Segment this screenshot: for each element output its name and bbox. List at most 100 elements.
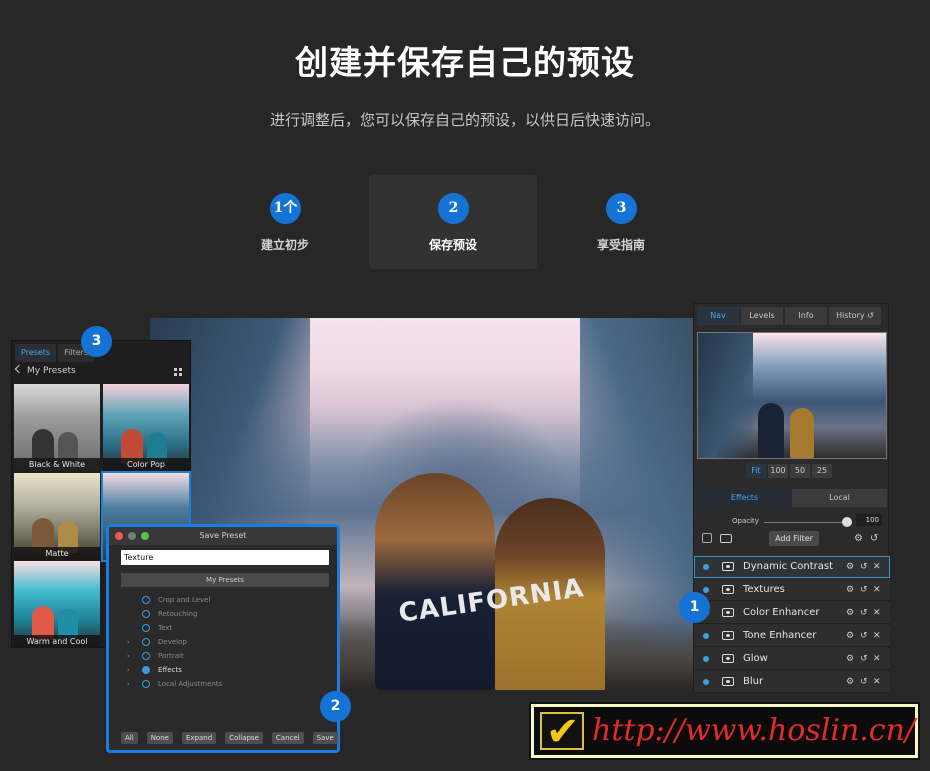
radio-icon[interactable] (142, 652, 150, 660)
close-icon[interactable]: ✕ (873, 652, 881, 666)
page-title: 创建并保存自己的预设 (295, 43, 635, 82)
gear-icon[interactable]: ⚙ (846, 583, 854, 597)
radio-icon[interactable] (142, 624, 150, 632)
watermark-inner: ✔ http://www.hoslin.cn/ (534, 707, 915, 755)
undo-icon[interactable]: ↺ (860, 629, 868, 643)
eye-icon[interactable] (722, 585, 734, 594)
step-1[interactable]: 1个 建立初步 (201, 175, 369, 269)
undo-icon[interactable]: ↺ (870, 533, 878, 544)
close-icon[interactable]: ✕ (873, 606, 881, 620)
opacity-slider-knob[interactable] (842, 517, 852, 527)
gear-icon[interactable]: ⚙ (854, 533, 863, 544)
option-label: Portrait (158, 652, 184, 660)
opacity-slider-track[interactable] (764, 522, 852, 523)
filter-row-color-enhancer[interactable]: Color Enhancer ⚙ ↺ ✕ (694, 602, 890, 624)
chevron-right-icon[interactable]: › (127, 636, 135, 648)
gear-icon[interactable]: ⚙ (846, 675, 854, 689)
chevron-right-icon[interactable]: › (127, 650, 135, 662)
close-icon[interactable]: ✕ (873, 629, 881, 643)
step-3[interactable]: 3 享受指南 (537, 175, 705, 269)
callout-badge-1: 1 (679, 592, 710, 623)
step-3-number: 3 (606, 193, 637, 224)
close-icon[interactable]: ✕ (873, 583, 881, 597)
preset-folder-select[interactable]: My Presets (121, 573, 329, 587)
tab-presets[interactable]: Presets (15, 344, 57, 362)
eye-icon[interactable] (722, 654, 734, 663)
undo-icon[interactable]: ↺ (860, 560, 868, 574)
eye-icon[interactable] (722, 608, 734, 617)
undo-icon[interactable]: ↺ (860, 675, 868, 689)
close-window-icon[interactable] (115, 532, 123, 540)
step-3-label: 享受指南 (596, 238, 645, 252)
callout-badge-2: 2 (320, 691, 351, 722)
radio-icon[interactable] (142, 638, 150, 646)
my-presets-back[interactable]: My Presets (14, 364, 76, 376)
filter-row-dynamic-contrast[interactable]: Dynamic Contrast ⚙ ↺ ✕ (694, 556, 890, 578)
preview-figure (758, 403, 784, 458)
eye-icon[interactable] (720, 534, 732, 543)
chevron-left-icon (14, 364, 24, 374)
none-button[interactable]: None (146, 732, 173, 744)
tab-info[interactable]: Info (785, 307, 827, 325)
tab-nav[interactable]: Nav (697, 307, 739, 325)
undo-icon[interactable]: ↺ (860, 583, 868, 597)
preset-thumb-warm-cool[interactable]: Warm and Cool (14, 561, 100, 648)
expand-button[interactable]: Expand (181, 732, 217, 744)
add-filter-button[interactable]: Add Filter (769, 531, 819, 546)
tab-levels[interactable]: Levels (741, 307, 783, 325)
check-icon: ✔ (540, 709, 584, 755)
tab-local[interactable]: Local (792, 489, 887, 507)
chevron-right-icon[interactable]: › (127, 664, 135, 676)
cancel-button[interactable]: Cancel (271, 732, 304, 744)
preset-thumb-black-white[interactable]: Black & White (14, 384, 100, 471)
gear-icon[interactable]: ⚙ (846, 560, 854, 574)
chevron-right-icon[interactable]: › (127, 678, 135, 690)
save-button[interactable]: Save (312, 732, 338, 744)
watermark: ✔ http://www.hoslin.cn/ (529, 702, 920, 760)
all-button[interactable]: All (121, 732, 138, 744)
zoom-100[interactable]: 100 (768, 464, 788, 478)
collapse-button[interactable]: Collapse (225, 732, 263, 744)
filter-row-tone-enhancer[interactable]: Tone Enhancer ⚙ ↺ ✕ (694, 625, 890, 647)
zoom-25[interactable]: 25 (812, 464, 832, 478)
preset-label: Color Pop (103, 458, 189, 471)
option-label: Develop (158, 638, 187, 646)
preset-label: Warm and Cool (14, 635, 100, 648)
eye-icon[interactable] (722, 677, 734, 686)
gear-icon[interactable]: ⚙ (846, 606, 854, 620)
step-2[interactable]: 2 保存预设 (369, 175, 537, 269)
radio-icon[interactable] (142, 680, 150, 688)
eye-icon[interactable] (722, 562, 734, 571)
watermark-url: http://www.hoslin.cn/ (592, 713, 916, 748)
grid-icon[interactable] (174, 368, 182, 376)
add-layer-icon[interactable] (702, 533, 712, 543)
zoom-fit[interactable]: Fit (746, 464, 766, 478)
gear-icon[interactable]: ⚙ (846, 652, 854, 666)
option-label: Retouching (158, 610, 198, 618)
eye-icon[interactable] (722, 631, 734, 640)
gear-icon[interactable]: ⚙ (846, 629, 854, 643)
close-icon[interactable]: ✕ (873, 675, 881, 689)
zoom-50[interactable]: 50 (790, 464, 810, 478)
filter-row-blur[interactable]: Blur ⚙ ↺ ✕ (694, 671, 890, 693)
person-left (375, 473, 495, 690)
minimize-window-icon[interactable] (128, 532, 136, 540)
undo-icon[interactable]: ↺ (860, 606, 868, 620)
radio-checked-icon[interactable] (142, 666, 150, 674)
opacity-value[interactable]: 100 (856, 514, 882, 526)
tab-effects[interactable]: Effects (697, 489, 792, 507)
navigator-preview[interactable] (697, 332, 887, 459)
filter-name: Color Enhancer (743, 607, 820, 618)
close-icon[interactable]: ✕ (873, 560, 881, 574)
preset-thumb-matte[interactable]: Matte (14, 473, 100, 560)
filter-row-glow[interactable]: Glow ⚙ ↺ ✕ (694, 648, 890, 670)
preset-name-input[interactable]: Texture (121, 550, 329, 565)
undo-icon[interactable]: ↺ (860, 652, 868, 666)
tab-history[interactable]: History ↺ (829, 307, 881, 325)
maximize-window-icon[interactable] (141, 532, 149, 540)
radio-icon[interactable] (142, 610, 150, 618)
radio-icon[interactable] (142, 596, 150, 604)
preset-thumb-color-pop[interactable]: Color Pop (103, 384, 189, 471)
filter-row-textures[interactable]: Textures ⚙ ↺ ✕ (694, 579, 890, 601)
filter-name: Tone Enhancer (743, 630, 817, 641)
